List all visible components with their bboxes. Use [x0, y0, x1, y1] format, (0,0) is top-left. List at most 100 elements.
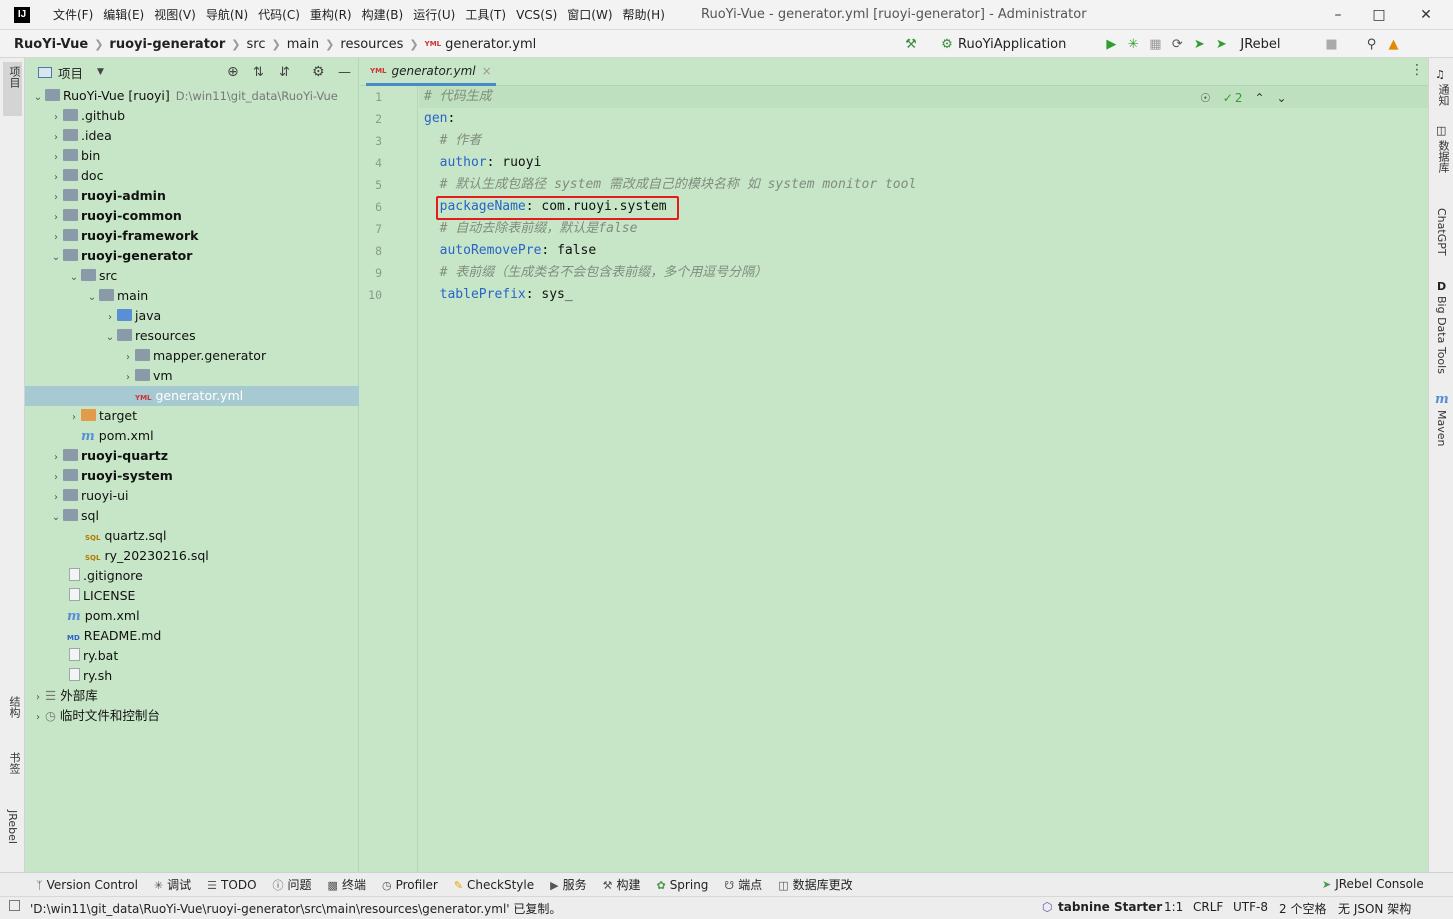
project-panel-title[interactable]: 项目: [58, 63, 83, 82]
breadcrumb-module[interactable]: ruoyi-generator: [109, 37, 225, 52]
code-line[interactable]: author: ruoyi: [424, 152, 542, 174]
breadcrumb-src[interactable]: src: [246, 37, 265, 52]
tree-item-module[interactable]: ⌄ ruoyi-generator: [25, 246, 359, 266]
tabnine-status[interactable]: tabnine Starter: [1058, 900, 1162, 914]
tree-item-selected[interactable]: YML generator.yml: [25, 386, 359, 406]
code-line[interactable]: tablePrefix: sys_: [424, 284, 573, 306]
close-button[interactable]: ✕: [1403, 0, 1449, 30]
tool-profiler[interactable]: ◷ Profiler: [382, 878, 438, 892]
code-line[interactable]: # 表前缀（生成类名不会包含表前缀，多个用逗号分隔）: [424, 262, 768, 284]
database-tool[interactable]: 数据库: [1435, 140, 1451, 173]
menu-run[interactable]: 运行(U): [408, 0, 460, 30]
code-line[interactable]: autoRemovePre: false: [424, 240, 597, 262]
tab-generator-yml[interactable]: YML generator.yml ×: [366, 58, 496, 86]
maven-tool[interactable]: Maven: [1435, 410, 1448, 446]
tree-item[interactable]: › .github: [25, 106, 359, 126]
maximize-button[interactable]: □: [1356, 0, 1402, 30]
tree-item-module[interactable]: › ruoyi-common: [25, 206, 359, 226]
menu-navigate[interactable]: 导航(N): [201, 0, 253, 30]
file-encoding[interactable]: UTF-8: [1233, 900, 1268, 914]
project-tool-label[interactable]: 项目: [6, 66, 22, 88]
chevron-down-icon[interactable]: ▼: [97, 67, 104, 77]
tree-item-module[interactable]: › ruoyi-system: [25, 466, 359, 486]
tree-item-module[interactable]: › ruoyi-framework: [25, 226, 359, 246]
jrebel-debug-icon[interactable]: ➤: [1210, 37, 1232, 52]
tree-item[interactable]: › java: [25, 306, 359, 326]
menu-help[interactable]: 帮助(H): [618, 0, 670, 30]
code-line[interactable]: # 作者: [424, 130, 482, 152]
tree-item[interactable]: ⌄ resources: [25, 326, 359, 346]
tree-item[interactable]: SQL quartz.sql: [25, 526, 359, 546]
tool-todo[interactable]: ☰ TODO: [207, 878, 256, 892]
profile-icon[interactable]: ⟳: [1166, 37, 1188, 52]
bookmarks-tool-label[interactable]: 书签: [6, 752, 22, 774]
tree-item[interactable]: ⌄ main: [25, 286, 359, 306]
stop-icon[interactable]: ■: [1321, 37, 1343, 52]
tree-item[interactable]: › target: [25, 406, 359, 426]
tree-item-external-libs[interactable]: › ☰ 外部库: [25, 686, 359, 706]
structure-tool-label[interactable]: 结构: [6, 696, 22, 718]
breadcrumb-project[interactable]: RuoYi-Vue: [14, 37, 88, 52]
tree-item-module[interactable]: › ruoyi-admin: [25, 186, 359, 206]
reader-mode-icon[interactable]: ☉: [1200, 91, 1211, 105]
menu-view[interactable]: 视图(V): [149, 0, 201, 30]
expand-all-icon[interactable]: ⇅: [253, 65, 264, 80]
collapse-all-icon[interactable]: ⇵: [279, 65, 290, 80]
tree-item[interactable]: › bin: [25, 146, 359, 166]
hide-panel-icon[interactable]: —: [338, 65, 351, 80]
tool-spring[interactable]: ✿ Spring: [656, 878, 708, 892]
menu-code[interactable]: 代码(C): [253, 0, 305, 30]
menu-refactor[interactable]: 重构(R): [305, 0, 357, 30]
tool-jrebel-console[interactable]: ➤ JRebel Console: [1322, 877, 1424, 891]
tree-item-module[interactable]: › ruoyi-quartz: [25, 446, 359, 466]
tool-terminal[interactable]: ▩ 终端: [328, 876, 366, 893]
tree-item[interactable]: › doc: [25, 166, 359, 186]
menu-edit[interactable]: 编辑(E): [98, 0, 149, 30]
menu-window[interactable]: 窗口(W): [562, 0, 617, 30]
breadcrumb-file[interactable]: generator.yml: [445, 37, 536, 52]
breadcrumb-main[interactable]: main: [287, 37, 319, 52]
tree-item[interactable]: ⌄ src: [25, 266, 359, 286]
code-line[interactable]: # 自动去除表前缀，默认是false: [424, 218, 638, 240]
tree-item-root[interactable]: ⌄ RuoYi-Vue [ruoyi] D:\win11\git_data\RuoY…: [25, 86, 359, 106]
code-line[interactable]: gen:: [424, 108, 455, 130]
code-line[interactable]: # 默认生成包路径 system 需改成自己的模块名称 如 system mon…: [424, 174, 917, 196]
notifications-tool[interactable]: 通知: [1435, 84, 1451, 106]
tree-item[interactable]: › ruoyi-ui: [25, 486, 359, 506]
tree-item[interactable]: › .idea: [25, 126, 359, 146]
tool-services[interactable]: ▶ 服务: [550, 876, 586, 893]
tree-item[interactable]: ⌄ sql: [25, 506, 359, 526]
tree-item[interactable]: SQL ry_20230216.sql: [25, 546, 359, 566]
tool-db-changes[interactable]: ◫ 数据库更改: [778, 876, 852, 893]
tool-version-control[interactable]: ᛉ Version Control: [36, 878, 138, 892]
caret-position[interactable]: 1:1: [1164, 900, 1183, 914]
line-separator[interactable]: CRLF: [1193, 900, 1223, 914]
search-icon[interactable]: ⚲: [1361, 37, 1383, 52]
run-icon[interactable]: ▶: [1100, 37, 1122, 52]
chatgpt-tool[interactable]: ChatGPT: [1435, 208, 1448, 256]
tree-item[interactable]: › mapper.generator: [25, 346, 359, 366]
minimize-button[interactable]: –: [1315, 0, 1361, 30]
debug-icon[interactable]: ✳: [1122, 37, 1144, 52]
locate-icon[interactable]: ⊕: [227, 64, 239, 80]
more-options-icon[interactable]: ⋮: [1410, 62, 1424, 78]
menu-vcs[interactable]: VCS(S): [511, 0, 562, 30]
chevron-up-icon[interactable]: ⌃: [1254, 91, 1264, 105]
jrebel-tool-label[interactable]: JRebel: [6, 810, 19, 844]
run-configuration-select[interactable]: RuoYiApplication: [958, 37, 1066, 52]
build-hammer-icon[interactable]: ⚒: [900, 37, 922, 52]
json-schema[interactable]: 无 JSON 架构: [1338, 900, 1411, 917]
tree-item[interactable]: .gitignore: [25, 566, 359, 586]
menu-tools[interactable]: 工具(T): [460, 0, 511, 30]
tool-checkstyle[interactable]: ✎ CheckStyle: [454, 878, 534, 892]
update-icon[interactable]: ▲: [1383, 37, 1405, 52]
intellij-logo-icon[interactable]: IJ: [14, 7, 30, 23]
tree-item[interactable]: m pom.xml: [25, 606, 359, 626]
panel-toggle-icon[interactable]: [9, 900, 20, 911]
inspection-widget[interactable]: ☉ ✓ 2 ⌃ ⌄: [1200, 88, 1287, 108]
big-data-tools-tool[interactable]: Big Data Tools: [1435, 296, 1448, 374]
tree-item[interactable]: LICENSE: [25, 586, 359, 606]
tree-item-scratches[interactable]: › ◷ 临时文件和控制台: [25, 706, 359, 726]
menu-build[interactable]: 构建(B): [357, 0, 409, 30]
tree-item[interactable]: MD README.md: [25, 626, 359, 646]
